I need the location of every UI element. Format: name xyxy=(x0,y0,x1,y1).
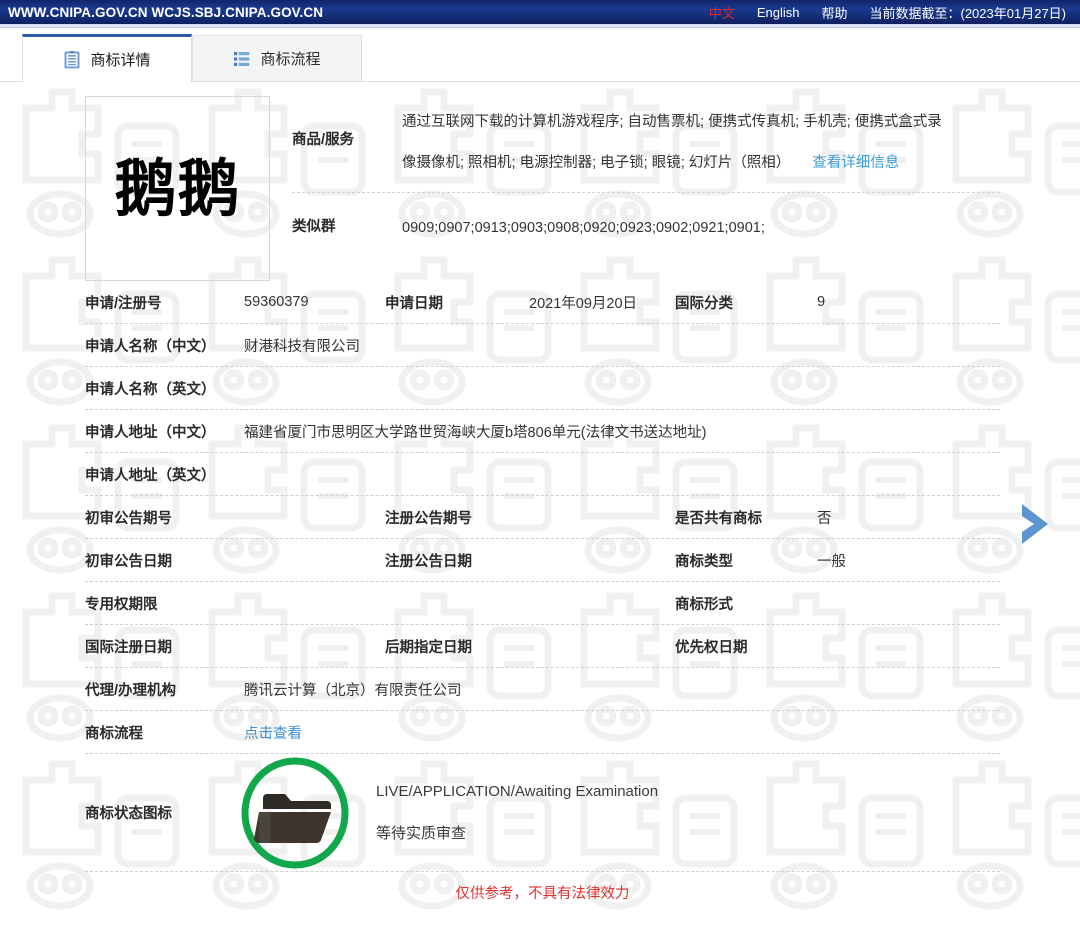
goods-services-row: 商品/服务 通过互联网下载的计算机游戏程序; 自动售票机; 便携式传真机; 手机… xyxy=(292,96,1000,193)
trademark-status-chinese: 等待实质审查 xyxy=(376,824,467,842)
field-application-number: 申请/注册号 59360379 xyxy=(85,292,385,313)
top-bar-links: 中文 English 帮助 当前数据截至：(2023年01月27日) xyxy=(687,3,1066,22)
applicant-name-cn-value: 财港科技有限公司 xyxy=(244,338,360,355)
tab-label: 商标流程 xyxy=(260,51,321,68)
shared-trademark-value: 否 xyxy=(817,510,832,527)
goods-services-value: 通过互联网下载的计算机游戏程序; 自动售票机; 便携式传真机; 手机壳; 便携式… xyxy=(402,102,1000,184)
field-international-class: 国际分类 9 xyxy=(675,292,1000,313)
row-agent-organization: 代理/办理机构 腾讯云计算（北京）有限责任公司 xyxy=(85,668,1000,711)
field-priority-date: 优先权日期 xyxy=(675,636,1000,657)
trademark-status-english: LIVE/APPLICATION/Awaiting Examination xyxy=(376,782,659,800)
registration-announcement-no-label: 注册公告期号 xyxy=(385,510,472,527)
field-shared-trademark: 是否共有商标 否 xyxy=(675,507,1000,528)
similar-group-row: 类似群 0909;0907;0913;0903;0908;0920;0923;0… xyxy=(292,193,1000,253)
tab-trademark-details[interactable]: 商标详情 xyxy=(22,34,192,82)
field-trademark-type: 商标类型 一般 xyxy=(675,550,1000,571)
international-class-label: 国际分类 xyxy=(675,295,733,312)
data-cutoff-date: 当前数据截至：(2023年01月27日) xyxy=(869,5,1067,21)
tab-trademark-process[interactable]: 商标流程 xyxy=(192,35,362,81)
view-details-link[interactable]: 查看详细信息 xyxy=(812,155,899,171)
goods-line-1: 通过互联网下载的计算机游戏程序; 自动售票机; 便携式传真机; 手机壳; 便携式… xyxy=(402,114,942,130)
row-exclusive-and-form: 专用权期限 商标形式 xyxy=(85,582,1000,625)
field-prelim-announcement-no: 初审公告期号 xyxy=(85,507,385,528)
prelim-announcement-date-label: 初审公告日期 xyxy=(85,553,172,570)
goods-line-2-wrap: 像摄像机; 照相机; 电源控制器; 电子锁; 眼镜; 幻灯片（照相） 查看详细信息 xyxy=(402,143,1000,184)
international-class-value: 9 xyxy=(817,294,826,310)
similar-group-label: 类似群 xyxy=(292,219,336,235)
goods-area: 商品/服务 通过互联网下载的计算机游戏程序; 自动售票机; 便携式传真机; 手机… xyxy=(270,96,1000,253)
application-number-label: 申请/注册号 xyxy=(85,295,162,312)
row-trademark-status: 商标状态图标 LIVE/APPLICATION/Awaiting Examina… xyxy=(85,754,1000,872)
row-announcement-dates: 初审公告日期 注册公告日期 商标类型 一般 xyxy=(85,539,1000,582)
applicant-address-en-label: 申请人地址（英文） xyxy=(85,467,216,484)
goods-services-label: 商品/服务 xyxy=(292,132,355,148)
legal-disclaimer: 仅供参考，不具有法律效力 xyxy=(455,886,630,902)
applicant-name-en-label: 申请人名称（英文） xyxy=(85,381,216,398)
detail-panel: 鹅鹅 商品/服务 通过互联网下载的计算机游戏程序; 自动售票机; 便携式传真机;… xyxy=(0,82,1080,903)
tab-label: 商标详情 xyxy=(90,52,151,69)
priority-date-label: 优先权日期 xyxy=(675,639,748,656)
trademark-image: 鹅鹅 xyxy=(85,96,270,281)
agent-organization-value: 腾讯云计算（北京）有限责任公司 xyxy=(244,682,462,699)
international-registration-date-label: 国际注册日期 xyxy=(85,639,172,656)
folder-icon xyxy=(230,754,360,872)
trademark-image-text: 鹅鹅 xyxy=(114,151,241,225)
field-trademark-form: 商标形式 xyxy=(675,593,1000,614)
later-designation-date-label: 后期指定日期 xyxy=(385,639,472,656)
row-applicant-address-cn: 申请人地址（中文） 福建省厦门市思明区大学路世贸海峡大厦b塔806单元(法律文书… xyxy=(85,410,1000,453)
list-icon xyxy=(233,50,251,68)
similar-group-value: 0909;0907;0913;0903;0908;0920;0923;0902;… xyxy=(402,220,765,236)
application-number-value: 59360379 xyxy=(244,294,309,310)
application-date-value: 2021年09月20日 xyxy=(529,295,638,312)
trademark-type-label: 商标类型 xyxy=(675,553,733,570)
chevron-right-icon[interactable] xyxy=(1014,500,1054,548)
trademark-form-label: 商标形式 xyxy=(675,596,733,613)
field-prelim-announcement-date: 初审公告日期 xyxy=(85,550,385,571)
language-english-link[interactable]: English xyxy=(757,5,800,20)
registration-announcement-date-label: 注册公告日期 xyxy=(385,553,472,570)
applicant-address-cn-label: 申请人地址（中文） xyxy=(85,424,216,441)
row-trademark-process: 商标流程 点击查看 xyxy=(85,711,1000,754)
trademark-process-link[interactable]: 点击查看 xyxy=(244,722,302,743)
trademark-process-label: 商标流程 xyxy=(85,725,143,742)
row-international-dates: 国际注册日期 后期指定日期 优先权日期 xyxy=(85,625,1000,668)
row-announcement-numbers: 初审公告期号 注册公告期号 是否共有商标 否 xyxy=(85,496,1000,539)
field-exclusive-period: 专用权期限 xyxy=(85,593,385,614)
field-registration-announcement-date: 注册公告日期 xyxy=(385,550,675,571)
field-later-designation-date: 后期指定日期 xyxy=(385,636,675,657)
shared-trademark-label: 是否共有商标 xyxy=(675,510,762,527)
applicant-name-cn-label: 申请人名称（中文） xyxy=(85,338,216,355)
row-applicant-name-en: 申请人名称（英文） xyxy=(85,367,1000,410)
applicant-address-cn-value: 福建省厦门市思明区大学路世贸海峡大厦b塔806单元(法律文书送达地址) xyxy=(244,424,707,441)
tab-strip: 商标详情 商标流程 xyxy=(0,28,1080,82)
application-date-label: 申请日期 xyxy=(385,295,443,312)
exclusive-period-label: 专用权期限 xyxy=(85,596,158,613)
row-application-number: 申请/注册号 59360379 申请日期 2021年09月20日 国际分类 9 xyxy=(85,281,1000,324)
trademark-status-text: LIVE/APPLICATION/Awaiting Examination 等待… xyxy=(360,783,1000,843)
field-application-date: 申请日期 2021年09月20日 xyxy=(385,292,675,313)
field-international-registration-date: 国际注册日期 xyxy=(85,636,385,657)
trademark-type-value: 一般 xyxy=(817,553,846,570)
top-bar: WWW.CNIPA.GOV.CN WCJS.SBJ.CNIPA.GOV.CN 中… xyxy=(0,0,1080,24)
detail-content: 鹅鹅 商品/服务 通过互联网下载的计算机游戏程序; 自动售票机; 便携式传真机;… xyxy=(0,82,1080,928)
row-applicant-name-cn: 申请人名称（中文） 财港科技有限公司 xyxy=(85,324,1000,367)
site-url: WWW.CNIPA.GOV.CN WCJS.SBJ.CNIPA.GOV.CN xyxy=(8,4,324,20)
goods-line-2: 像摄像机; 照相机; 电源控制器; 电子锁; 眼镜; 幻灯片（照相） xyxy=(402,155,791,171)
trademark-status-label: 商标状态图标 xyxy=(85,806,172,822)
help-link[interactable]: 帮助 xyxy=(821,3,847,22)
prelim-announcement-no-label: 初审公告期号 xyxy=(85,510,172,527)
agent-organization-label: 代理/办理机构 xyxy=(85,682,177,699)
field-registration-announcement-no: 注册公告期号 xyxy=(385,507,675,528)
mark-and-goods-block: 鹅鹅 商品/服务 通过互联网下载的计算机游戏程序; 自动售票机; 便携式传真机;… xyxy=(85,96,1000,281)
row-applicant-address-en: 申请人地址（英文） xyxy=(85,453,1000,496)
document-icon xyxy=(63,50,81,69)
language-chinese-link[interactable]: 中文 xyxy=(709,3,735,22)
